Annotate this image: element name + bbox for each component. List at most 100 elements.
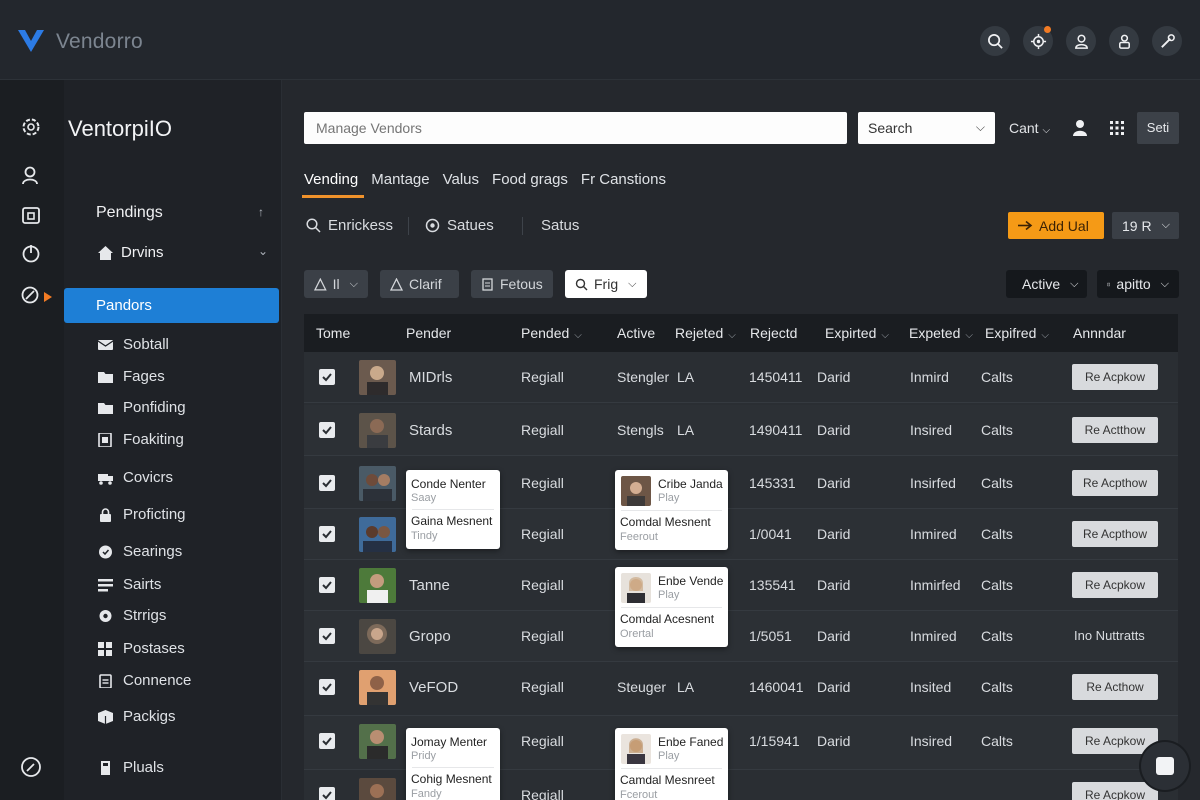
- toolbar-btn-clarif[interactable]: Clarif: [380, 270, 459, 298]
- sidebar-item-8[interactable]: Strrigs: [98, 607, 166, 624]
- row-checkbox[interactable]: [319, 422, 335, 438]
- calendar-icon[interactable]: [20, 204, 42, 226]
- profile-icon[interactable]: [1071, 119, 1089, 137]
- table-row[interactable]: Tanne Regiall 135541 Darid Inmirfed Calt…: [304, 560, 1178, 611]
- row-checkbox[interactable]: [319, 577, 335, 593]
- column-header-expeted[interactable]: Expeted ⌵: [909, 325, 973, 341]
- row-action-button[interactable]: Re Acpkow: [1072, 364, 1158, 390]
- sidebar-item-7[interactable]: Sairts: [98, 576, 161, 593]
- contact-card[interactable]: Conde Nenter Saay Gaina Mesnent Tindy: [406, 470, 500, 549]
- sidebar-item-12[interactable]: Pluals: [98, 759, 164, 776]
- cell-pended: Regiall: [521, 628, 564, 644]
- search-input[interactable]: [304, 112, 847, 144]
- row-action-button[interactable]: Re Acpthow: [1072, 521, 1158, 547]
- row-action-button[interactable]: Re Acpkow: [1072, 572, 1158, 598]
- table-row[interactable]: Gropo Regiall 1/5051 Darid Inmired Calts…: [304, 611, 1178, 662]
- row-checkbox[interactable]: [319, 787, 335, 800]
- column-header-expifred[interactable]: Expifred ⌵: [985, 325, 1049, 341]
- column-header-rejeted[interactable]: Rejeted ⌵: [675, 325, 736, 341]
- vendor-link-icon[interactable]: [20, 284, 42, 306]
- sidebar-item-0[interactable]: Sobtall: [98, 336, 169, 353]
- table-row[interactable]: MIDrls Regiall Stengler LA 1450411 Darid…: [304, 352, 1178, 403]
- tab-food-grags[interactable]: Food grags: [492, 171, 568, 194]
- sidebar-section-drvins[interactable]: Drvins ⌄: [98, 244, 268, 261]
- filter-enrickess[interactable]: Enrickess: [306, 217, 393, 234]
- row-checkbox[interactable]: [319, 679, 335, 695]
- toolbar-btn-fetous[interactable]: Fetous: [471, 270, 553, 298]
- column-header-pender[interactable]: Pender: [406, 325, 451, 341]
- tab-valus[interactable]: Valus: [443, 171, 479, 194]
- avatar: [359, 619, 396, 654]
- grid-icon: [98, 641, 113, 656]
- sidebar-item-10[interactable]: Connence: [98, 672, 191, 689]
- card-name: Gaina Mesnent: [411, 514, 493, 528]
- row-action-button[interactable]: Re Acpkow: [1072, 728, 1158, 754]
- column-header-rejectd[interactable]: Rejectd: [750, 325, 797, 341]
- table-row[interactable]: Stards Regiall Stengls LA 1490411 Darid …: [304, 405, 1178, 456]
- row-action-button[interactable]: Re Acthow: [1072, 674, 1158, 700]
- column-header-active[interactable]: Active: [617, 325, 655, 341]
- table-row[interactable]: VeFOD Regiall Steuger LA 1460041 Darid I…: [304, 662, 1178, 716]
- floating-action-button[interactable]: [1141, 742, 1189, 790]
- lock-icon: [98, 507, 113, 522]
- sidebar-item-4[interactable]: Covicrs: [98, 469, 173, 486]
- column-header-pended[interactable]: Pended ⌵: [521, 325, 582, 341]
- tools-icon[interactable]: [1152, 26, 1182, 56]
- row-checkbox[interactable]: [319, 369, 335, 385]
- contact-card[interactable]: Jomay Menter Pridy Cohig Mesnent Fandy: [406, 728, 500, 800]
- row-checkbox[interactable]: [319, 733, 335, 749]
- tab-vending[interactable]: Vending: [301, 171, 365, 198]
- compass-icon[interactable]: [20, 756, 42, 778]
- bookmark-icon: [98, 760, 113, 775]
- seti-button[interactable]: Seti: [1137, 112, 1179, 144]
- column-header-tome[interactable]: Tome: [316, 325, 350, 341]
- contact-card[interactable]: Cribe Janda Play Comdal Mesnent Feerout: [615, 470, 728, 550]
- vendor-name: Tanne: [409, 577, 450, 594]
- search-select[interactable]: Search ⌵: [858, 112, 995, 144]
- add-button[interactable]: Add Ual: [1008, 212, 1104, 239]
- toolbar-btn-frig[interactable]: Frig ⌵: [565, 270, 647, 298]
- vendors-table: Tome Pender Pended ⌵ Active Rejeted ⌵ Reje…: [304, 314, 1178, 800]
- tab-fr-canstions[interactable]: Fr Canstions: [581, 171, 666, 194]
- top-bar: Vendorro: [0, 0, 1200, 80]
- page-size-select[interactable]: 19 R ⌵: [1112, 212, 1179, 239]
- sidebar-item-6[interactable]: Searings: [98, 543, 182, 560]
- row-checkbox[interactable]: [319, 526, 335, 542]
- chevron-down-icon: ⌵: [1041, 330, 1049, 341]
- contact-card[interactable]: Enbe Vende Play Comdal Acesnent Orertal: [615, 567, 728, 647]
- user-icon[interactable]: [1066, 26, 1096, 56]
- sidebar-section-pendings[interactable]: Pendings ↑: [96, 204, 264, 222]
- search-icon[interactable]: [980, 26, 1010, 56]
- cant-dropdown[interactable]: Cant ⌵: [1009, 120, 1050, 136]
- contact-card[interactable]: Enbe Faned Play Camdal Mesnreet Fcerout: [615, 728, 728, 800]
- cell-rejectd: 1/5051: [749, 628, 792, 644]
- settings-gear-icon[interactable]: [20, 116, 42, 138]
- column-header-expirted[interactable]: Expirted ⌵: [825, 325, 889, 341]
- toolbar-btn-active[interactable]: Active ⌵: [1006, 270, 1087, 298]
- row-action-button[interactable]: Re Acpthow: [1072, 470, 1158, 496]
- user-icon[interactable]: [20, 164, 42, 186]
- apps-grid-icon[interactable]: [1108, 119, 1126, 137]
- column-header-annndar[interactable]: Annndar: [1073, 325, 1126, 341]
- row-checkbox[interactable]: [319, 475, 335, 491]
- power-icon[interactable]: [20, 242, 42, 264]
- notifications-icon[interactable]: [1023, 26, 1053, 56]
- toolbar-btn-apitto[interactable]: apitto ⌵: [1097, 270, 1179, 298]
- tab-mantage[interactable]: Mantage: [371, 171, 429, 194]
- sidebar-item-2[interactable]: Ponfiding: [98, 399, 186, 416]
- sidebar-item-11[interactable]: Packigs: [98, 708, 176, 725]
- sidebar-item-1[interactable]: Fages: [98, 368, 165, 385]
- row-checkbox[interactable]: [319, 628, 335, 644]
- toolbar-btn-il[interactable]: Il ⌵: [304, 270, 368, 298]
- row-action-button[interactable]: Re Acpkow: [1072, 782, 1158, 800]
- sidebar-item-pandors[interactable]: Pandors: [64, 288, 279, 323]
- filter-satues[interactable]: Satues: [425, 217, 494, 234]
- row-action-button[interactable]: Re Actthow: [1072, 417, 1158, 443]
- sidebar-item-5[interactable]: Proficting: [98, 506, 186, 523]
- sidebar-item-3[interactable]: Foakiting: [98, 431, 184, 448]
- add-button-label: Add Ual: [1039, 217, 1089, 234]
- filter-satus[interactable]: Satus: [541, 217, 579, 234]
- account-icon[interactable]: [1109, 26, 1139, 56]
- column-header-label: Pended: [521, 325, 570, 341]
- sidebar-item-9[interactable]: Postases: [98, 640, 185, 657]
